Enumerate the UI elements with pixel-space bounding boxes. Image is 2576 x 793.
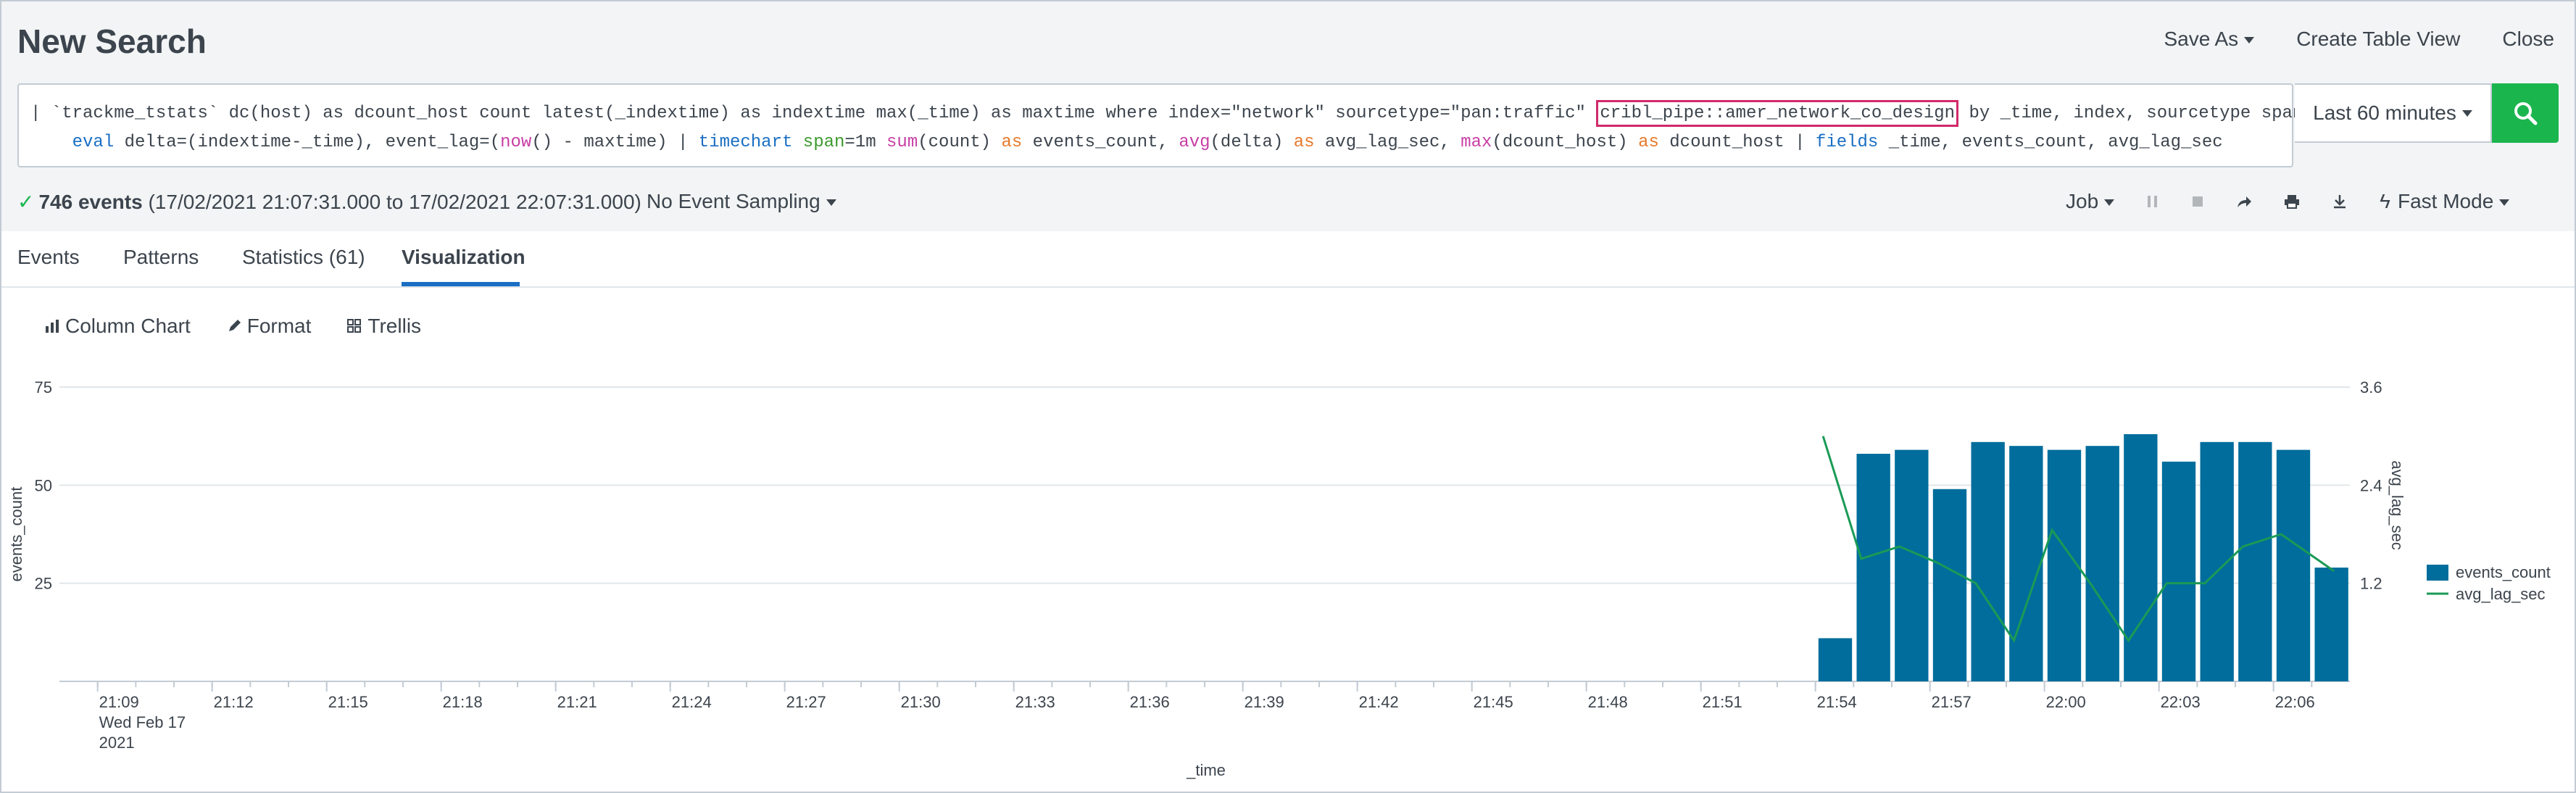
bar: [1971, 441, 2005, 681]
close-link[interactable]: Close: [2502, 28, 2554, 51]
time-range-picker[interactable]: Last 60 minutes: [2295, 83, 2492, 143]
x-tick-label: 21:33: [1015, 693, 1055, 711]
y-axis-title: events_count: [7, 487, 25, 582]
x-tick-label: 21:21: [557, 693, 597, 711]
x-tick-label: 21:45: [1474, 693, 1513, 711]
stop-icon[interactable]: [2191, 194, 2204, 209]
bar: [2047, 449, 2082, 681]
legend-swatch-bar: [2427, 565, 2448, 581]
active-tab-indicator: [402, 282, 520, 286]
x-tick-label: 21:12: [214, 693, 254, 711]
tab-patterns[interactable]: Patterns: [123, 246, 199, 269]
tab-visualization[interactable]: Visualization: [402, 246, 525, 269]
pencil-icon: [228, 320, 241, 331]
export-icon[interactable]: [2332, 194, 2348, 209]
pause-icon[interactable]: [2146, 194, 2159, 209]
event-sampling-dropdown[interactable]: No Event Sampling: [647, 190, 836, 213]
save-as-menu[interactable]: Save As: [2164, 28, 2255, 51]
tab-events[interactable]: Events: [17, 246, 80, 269]
chevron-down-icon: [826, 199, 836, 207]
job-toolbar: Job ϟ Fast Mode: [2066, 190, 2510, 213]
x-tick-label: 21:09: [99, 693, 139, 711]
y2-tick-label: 2.4: [2360, 476, 2382, 494]
job-menu[interactable]: Job: [2066, 190, 2115, 213]
format-button[interactable]: Format: [227, 315, 311, 338]
x-tick-label: 22:03: [2161, 693, 2201, 711]
x-tick-label: 21:54: [1817, 693, 1857, 711]
x-tick-label: 21:51: [1703, 693, 1742, 711]
y2-tick-label: 1.2: [2360, 575, 2382, 593]
x-tick-label: 21:27: [786, 693, 826, 711]
x-tick-label: 21:15: [328, 693, 368, 711]
legend-label: events_count: [2456, 563, 2551, 581]
lightning-icon: ϟ: [2380, 190, 2390, 212]
bar: [2124, 433, 2158, 681]
tab-statistics[interactable]: Statistics (61): [242, 246, 365, 269]
chevron-down-icon: [2244, 37, 2255, 44]
legend-label: avg_lag_sec: [2456, 585, 2546, 603]
bar: [2238, 441, 2272, 681]
x-tick-label: 21:57: [1932, 693, 1972, 711]
x-tick-label: 21:24: [672, 693, 712, 711]
bar: [2009, 446, 2043, 681]
grid-icon: [347, 319, 362, 333]
x-tick-label: 21:48: [1588, 693, 1628, 711]
x-tick-label: 21:18: [443, 693, 483, 711]
page-title: New Search: [17, 22, 207, 60]
create-table-view-link[interactable]: Create Table View: [2296, 28, 2460, 51]
bar: [1818, 638, 1853, 681]
chevron-down-icon: [2104, 199, 2115, 207]
x-tick-sublabel: 2021: [99, 734, 135, 752]
bar: [2161, 461, 2196, 681]
share-icon[interactable]: [2236, 194, 2252, 209]
visualization-toolbar: Column Chart Format Trellis: [45, 315, 421, 338]
search-icon: [2514, 102, 2538, 125]
results-tabs: Events Patterns Statistics (61) Visualiz…: [1, 231, 2575, 288]
x-tick-label: 21:39: [1245, 693, 1284, 711]
trellis-button[interactable]: Trellis: [347, 315, 421, 338]
x-tick-label: 21:36: [1130, 693, 1170, 711]
chevron-down-icon: [2461, 109, 2472, 117]
bar: [1932, 489, 1967, 681]
x-tick-sublabel: Wed Feb 17: [99, 713, 186, 731]
column-chart: 25 50 75 1.2 2.4 3.6 21:09 Wed Feb 17 2021 21:12 2…: [7, 378, 2551, 779]
search-button[interactable]: [2492, 83, 2559, 143]
bar: [2276, 449, 2311, 681]
y2-axis-title: avg_lag_sec: [2388, 460, 2406, 550]
bar: [1856, 454, 1890, 681]
y-tick-label: 25: [35, 575, 52, 593]
x-tick-label: 21:30: [901, 693, 941, 711]
x-tick-label: 22:00: [2046, 693, 2086, 711]
y-tick-label: 75: [35, 378, 52, 396]
header-actions: Save As Create Table View Close: [2164, 28, 2554, 51]
events-summary: ✓ 746 events (17/02/2021 21:07:31.000 to …: [17, 191, 641, 213]
search-query-input[interactable]: | `trackme_tstats` dc(host) as dcount_ho…: [17, 83, 2355, 167]
bar: [2314, 568, 2348, 681]
query-highlight: cribl_pipe::amer_network_co_design: [1596, 100, 1959, 127]
check-icon: ✓: [17, 191, 35, 213]
bar: [1895, 449, 1929, 681]
chevron-down-icon: [2499, 199, 2510, 207]
y2-tick-label: 3.6: [2360, 378, 2382, 396]
x-axis-title: _time: [1186, 761, 1226, 779]
search-mode-menu[interactable]: ϟ Fast Mode: [2380, 190, 2510, 213]
chart-type-button[interactable]: Column Chart: [45, 315, 191, 338]
x-tick-label: 22:06: [2275, 693, 2315, 711]
bar: [2085, 446, 2119, 681]
y-tick-label: 50: [35, 476, 52, 494]
x-tick-label: 21:42: [1359, 693, 1399, 711]
print-icon[interactable]: [2284, 194, 2300, 209]
bar-chart-icon: [46, 320, 59, 333]
